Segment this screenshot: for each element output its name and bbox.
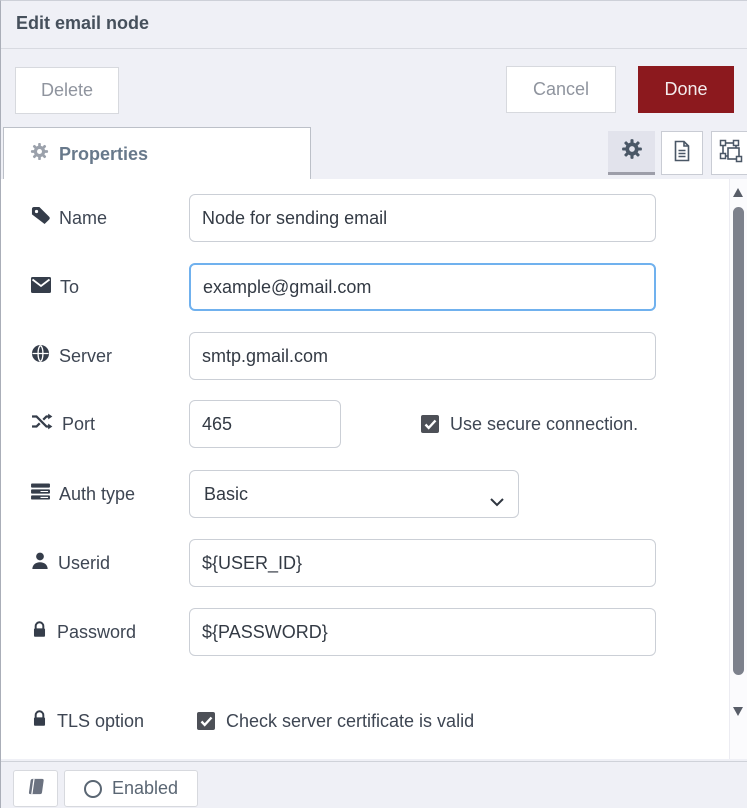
edit-email-node-dialog: Edit email node Delete Cancel Done Prope… — [0, 0, 747, 808]
userid-row: Userid — [31, 539, 687, 587]
tls-label: TLS option — [31, 709, 189, 733]
chevron-down-icon — [490, 491, 504, 512]
tab-properties[interactable]: Properties — [3, 127, 311, 180]
name-row: Name — [31, 194, 687, 242]
gear-icon — [621, 138, 643, 165]
secure-connection-label: Use secure connection. — [450, 414, 638, 435]
gear-icon — [30, 142, 49, 166]
properties-form: Name To Server Port — [1, 179, 747, 759]
globe-icon — [31, 344, 50, 368]
shuffle-icon — [31, 412, 53, 436]
enabled-toggle-button[interactable]: Enabled — [64, 770, 198, 807]
password-input[interactable] — [189, 608, 656, 656]
node-help-button[interactable] — [13, 770, 58, 807]
book-icon — [27, 777, 45, 801]
name-input[interactable] — [189, 194, 656, 242]
document-icon — [672, 140, 692, 167]
enabled-label: Enabled — [112, 778, 178, 799]
tab-properties-label: Properties — [59, 144, 148, 165]
envelope-icon — [31, 277, 51, 298]
scrollbar-thumb[interactable] — [733, 207, 744, 675]
scroll-up-arrow[interactable] — [733, 188, 743, 197]
port-label: Port — [31, 412, 189, 436]
auth-type-row: Auth type Basic — [31, 470, 687, 518]
tls-verify-checkbox[interactable] — [197, 712, 215, 730]
port-row: Port Use secure connection. — [31, 400, 687, 448]
delete-button[interactable]: Delete — [15, 67, 119, 114]
done-button[interactable]: Done — [638, 66, 734, 113]
auth-type-label: Auth type — [31, 483, 189, 505]
to-row: To — [31, 263, 687, 311]
server-label: Server — [31, 344, 189, 368]
port-input[interactable] — [189, 400, 341, 448]
name-label: Name — [31, 206, 189, 230]
list-icon — [31, 483, 50, 505]
password-row: Password — [31, 608, 687, 656]
dialog-title: Edit email node — [16, 13, 149, 34]
user-icon — [31, 551, 49, 575]
form-scrollbar[interactable] — [729, 179, 747, 759]
scroll-down-arrow[interactable] — [733, 707, 743, 716]
lock-icon — [31, 620, 48, 644]
auth-type-select[interactable]: Basic — [189, 470, 519, 518]
circle-icon — [84, 780, 102, 798]
description-view-button[interactable] — [661, 131, 703, 175]
server-row: Server — [31, 332, 687, 380]
tls-row: TLS option Check server certificate is v… — [31, 697, 687, 745]
userid-label: Userid — [31, 551, 189, 575]
server-input[interactable] — [189, 332, 656, 380]
properties-view-button[interactable] — [608, 131, 655, 175]
tab-bar: Properties — [1, 125, 747, 180]
dialog-footer: Enabled — [1, 761, 747, 808]
to-input[interactable] — [189, 263, 656, 311]
dialog-header: Edit email node — [1, 1, 747, 49]
appearance-view-button[interactable] — [711, 131, 747, 175]
cancel-button[interactable]: Cancel — [506, 66, 616, 113]
selection-icon — [719, 139, 743, 168]
tag-icon — [31, 206, 50, 230]
secure-connection-checkbox[interactable] — [421, 415, 439, 433]
to-label: To — [31, 277, 189, 298]
password-label: Password — [31, 620, 189, 644]
tls-verify-label: Check server certificate is valid — [226, 711, 474, 732]
lock-icon — [31, 709, 48, 733]
userid-input[interactable] — [189, 539, 656, 587]
